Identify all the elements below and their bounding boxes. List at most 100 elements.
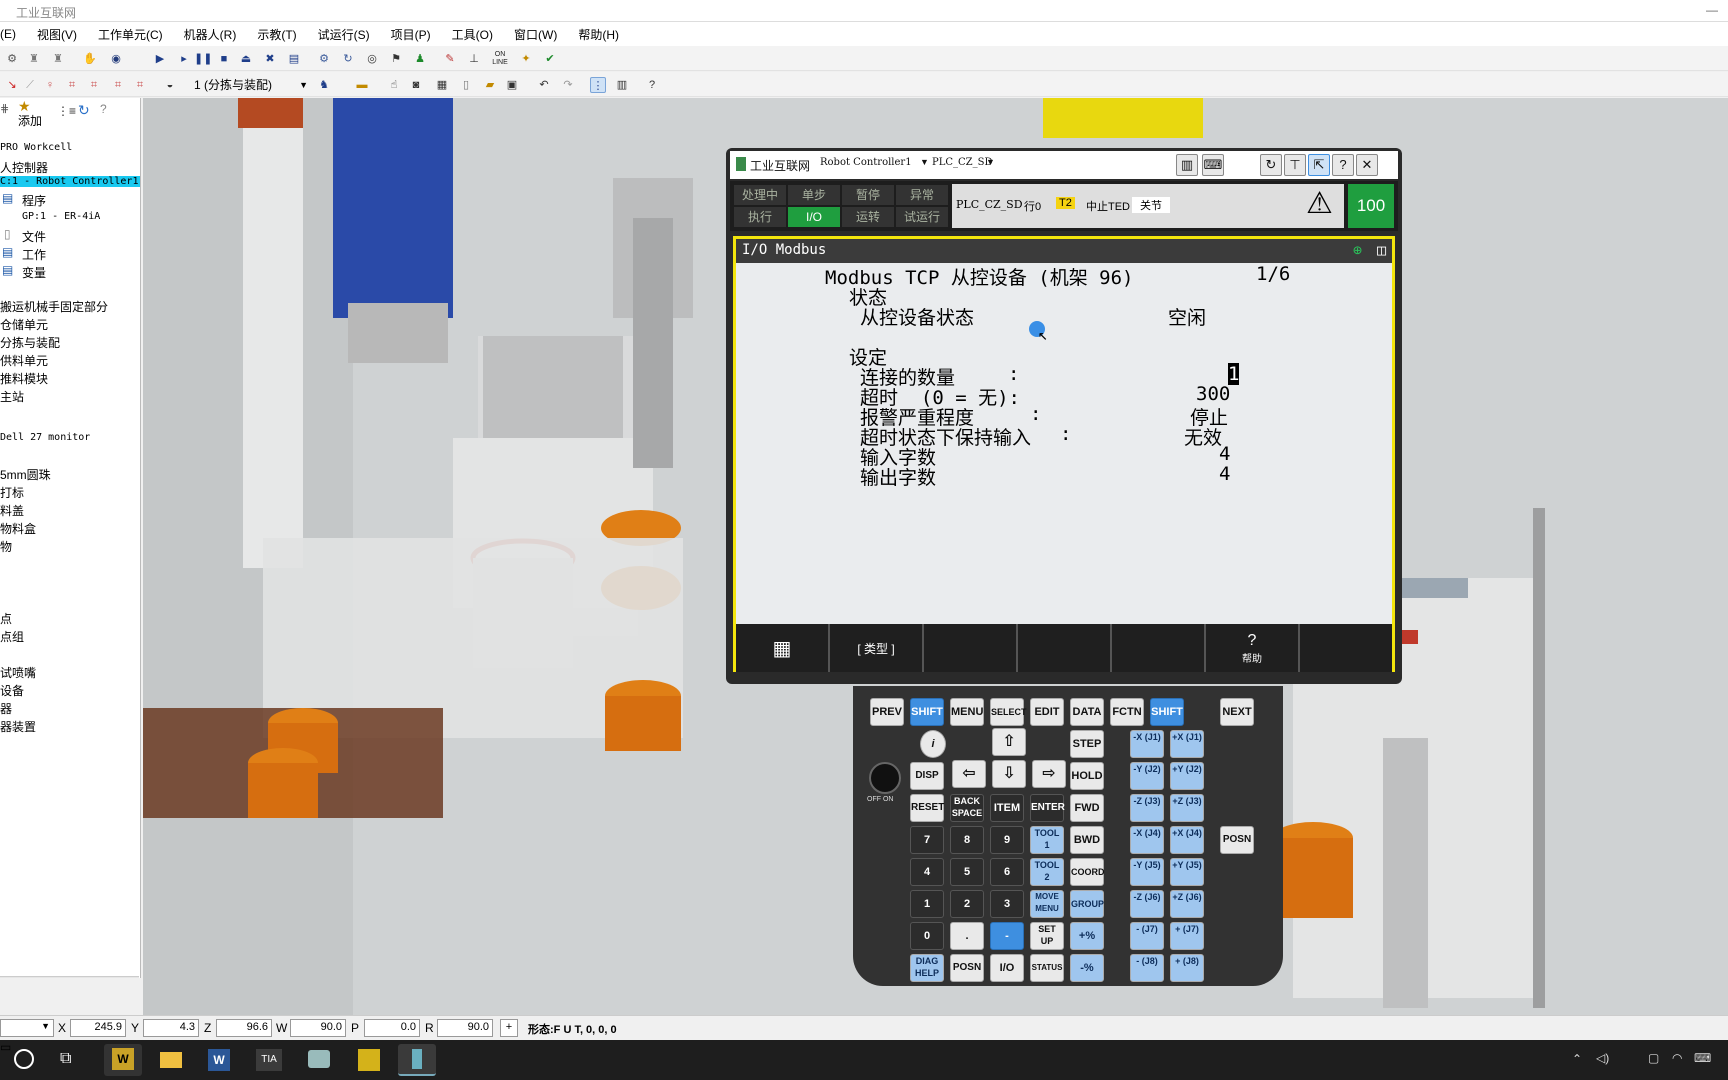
x-value[interactable]: 245.9 [70, 1019, 126, 1037]
digit-5-key[interactable]: 5 [950, 858, 984, 886]
notes-app-icon[interactable] [350, 1044, 388, 1076]
plus-button[interactable]: + [500, 1019, 518, 1037]
tree-help-icon[interactable]: ? [100, 102, 107, 116]
view-2d-icon[interactable]: ◉ [108, 51, 124, 67]
keyswitch-icon[interactable] [869, 762, 901, 794]
help-icon[interactable]: ? [644, 77, 660, 93]
network-app-icon[interactable] [300, 1044, 338, 1076]
connections-value[interactable]: 1 [1228, 363, 1240, 385]
task-view-icon[interactable]: ⧉ [60, 1050, 71, 1068]
document-icon[interactable]: ▯ [458, 77, 474, 93]
posn-side-key[interactable]: POSN [1220, 826, 1254, 854]
person-icon[interactable]: ♀ [42, 77, 58, 93]
roboguide-app-icon[interactable]: W [104, 1044, 142, 1076]
shift-key-left[interactable]: SHIFT [910, 698, 944, 726]
jog-minus-z-key[interactable]: -Z (J3) [1130, 794, 1164, 822]
hand-select-icon[interactable]: ☝ [386, 77, 402, 93]
tree-item-controllers[interactable]: 人控制器 [0, 159, 48, 176]
menu-window[interactable]: 窗口(W) [502, 26, 566, 43]
override-indicator[interactable]: 100 [1348, 184, 1394, 228]
frame2-icon[interactable]: ⌗ [86, 77, 102, 93]
fkey-menu[interactable]: ▦ [736, 624, 830, 672]
item-key[interactable]: ITEM [990, 794, 1024, 822]
camera-icon[interactable]: ◙ [408, 77, 424, 93]
display-icon[interactable]: ▢ [1648, 1051, 1659, 1065]
jog-plus-ry-key[interactable]: +Y (J5) [1170, 858, 1204, 886]
group-key[interactable]: GROUP [1070, 890, 1104, 918]
fkey-f4[interactable] [1112, 624, 1206, 672]
output-words-value[interactable]: 4 [1219, 463, 1230, 485]
tree-item-point-group[interactable]: 点组 [0, 628, 24, 645]
pause-icon[interactable]: ❚❚ [194, 51, 212, 67]
enter-key[interactable]: ENTER [1030, 794, 1065, 822]
redo-icon[interactable]: ↷ [560, 77, 576, 93]
tree-item-part-4[interactable]: 物料盒 [0, 520, 36, 537]
jog-minus-rx-key[interactable]: -X (J4) [1130, 826, 1164, 854]
jog-plus-rz-key[interactable]: +Z (J6) [1170, 890, 1204, 918]
select-key[interactable]: SELECT [990, 698, 1027, 726]
w-value[interactable]: 90.0 [290, 1019, 346, 1037]
network-icon[interactable]: ⚙ [316, 51, 332, 67]
file-explorer-icon[interactable] [152, 1044, 190, 1076]
cancel-icon[interactable]: ✖ [262, 51, 278, 67]
digit-8-key[interactable]: 8 [950, 826, 984, 854]
step-key[interactable]: STEP [1070, 730, 1104, 758]
folder-icon[interactable]: ▰ [482, 77, 498, 93]
tree-item-sensor-unit[interactable]: 器装置 [0, 718, 36, 735]
jog-plus-z-key[interactable]: +Z (J3) [1170, 794, 1204, 822]
fkey-help[interactable]: ? 帮助 [1206, 624, 1300, 672]
tree-item-fixture-2[interactable]: 仓储单元 [0, 316, 48, 333]
tree-item-fixture-4[interactable]: 供料单元 [0, 352, 48, 369]
tree-view-icon[interactable]: ⋮ [590, 77, 606, 93]
sign-icon[interactable]: ⚑ [388, 51, 404, 67]
zoom-icon[interactable]: ⊕ [1353, 241, 1362, 259]
jog-minus-j7-key[interactable]: - (J7) [1130, 922, 1164, 950]
jog-plus-y-key[interactable]: +Y (J2) [1170, 762, 1204, 790]
hand-icon[interactable]: ✋ [82, 51, 98, 67]
tree-item-program[interactable]: 程序 [22, 192, 46, 209]
jog-plus-j8-key[interactable]: + (J8) [1170, 954, 1204, 982]
menu-key[interactable]: MENU [950, 698, 984, 726]
dot-key[interactable]: . [950, 922, 984, 950]
menu-tools[interactable]: 工具(O) [440, 26, 502, 43]
search-icon[interactable] [14, 1049, 34, 1069]
tree-item-nozzle[interactable]: 试喷嘴 [0, 664, 36, 681]
r-value[interactable]: 90.0 [437, 1019, 493, 1037]
menu-teach[interactable]: 示教(T) [245, 26, 305, 43]
io-key[interactable]: I/O [990, 954, 1024, 982]
jog-minus-rz-key[interactable]: -Z (J6) [1130, 890, 1164, 918]
disp-key[interactable]: DISP [910, 762, 944, 790]
z-value[interactable]: 96.6 [216, 1019, 272, 1037]
up-arrow-icon[interactable]: ⇧ [992, 728, 1026, 756]
robot-icon[interactable]: ♜ [26, 51, 42, 67]
plus-percent-key[interactable]: +% [1070, 922, 1104, 950]
digit-3-key[interactable]: 3 [990, 890, 1024, 918]
move-menu-key[interactable]: MOVE MENU [1030, 890, 1064, 918]
frame-icon[interactable]: ⌗ [64, 77, 80, 93]
menu-view[interactable]: 视图(V) [25, 26, 86, 43]
setup-key[interactable]: SET UP [1030, 922, 1064, 950]
menu-test-run[interactable]: 试运行(S) [306, 26, 379, 43]
tree-item-part-1[interactable]: 5mm圆珠 [0, 466, 51, 483]
ruler-icon[interactable]: ▬ [354, 77, 370, 93]
menu-help[interactable]: 帮助(H) [566, 26, 628, 43]
jog-minus-x-key[interactable]: -X (J1) [1130, 730, 1164, 758]
settings-icon[interactable]: ⚙ [4, 51, 20, 67]
p-value[interactable]: 0.0 [364, 1019, 420, 1037]
minus-percent-key[interactable]: -% [1070, 954, 1104, 982]
keyboard-icon[interactable]: ⌨ [1202, 154, 1224, 176]
frame3-icon[interactable]: ⌗ [110, 77, 126, 93]
alarm-info-icon[interactable]: ⚠ [1306, 186, 1333, 222]
fkey-f1[interactable]: [ 类型 ] [830, 624, 924, 672]
jog-minus-y-key[interactable]: -Y (J2) [1130, 762, 1164, 790]
grid-icon[interactable]: ▦ [434, 77, 450, 93]
digit-2-key[interactable]: 2 [950, 890, 984, 918]
input-words-value[interactable]: 4 [1219, 443, 1230, 465]
controller-select[interactable]: Robot Controller1 [820, 157, 912, 168]
prev-key[interactable]: PREV [870, 698, 904, 726]
tree-item-fixture-6[interactable]: 主站 [0, 388, 24, 405]
trash-icon[interactable]: ▥ [1176, 154, 1198, 176]
eject-icon[interactable]: ⏏ [238, 51, 254, 67]
line-icon[interactable]: ⟋ [22, 77, 38, 93]
coord-key[interactable]: COORD [1070, 858, 1105, 886]
